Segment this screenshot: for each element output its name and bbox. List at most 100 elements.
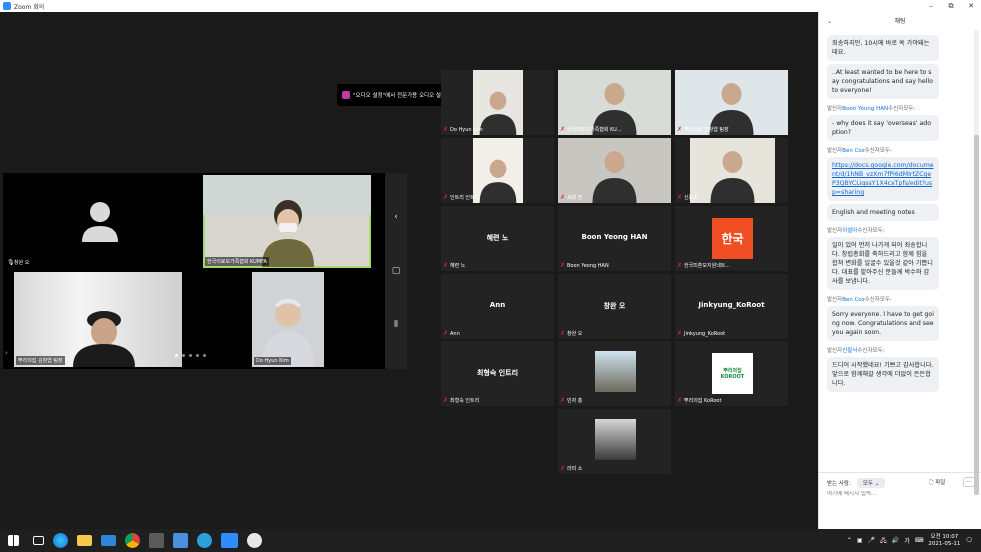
file-explorer-icon[interactable] <box>77 535 92 546</box>
minimize-button[interactable]: – <box>921 0 941 12</box>
gallery-tile[interactable]: ✗ Do Hyun Kim <box>441 70 554 135</box>
microphone-icon[interactable]: 🎤 <box>868 537 875 544</box>
mic-muted-icon: ✗ <box>560 396 566 404</box>
participant-name-display: 창완 오 <box>603 302 626 310</box>
chevron-up-icon[interactable]: ⌃ <box>847 537 852 544</box>
video-tile[interactable]: 🎙창완 오 <box>3 173 201 269</box>
gallery-tile[interactable]: 창완 오 ✗ 창완 오 <box>558 274 671 339</box>
window-title: Zoom 회의 <box>14 3 45 11</box>
file-button[interactable]: 🗋 파일 <box>929 478 945 488</box>
gallery-tile[interactable]: 최형숙 인트리 ✗ 최형숙 인트리 <box>441 341 554 406</box>
edge-icon[interactable] <box>53 533 68 548</box>
chat-messages[interactable]: 죄송하지만, 10시에 바로 쏙 가야돼는데요. ..At least wante… <box>819 32 976 472</box>
grid-view-icon[interactable]: ⦀ <box>390 319 402 331</box>
close-button[interactable]: ✕ <box>961 0 981 12</box>
chat-message: 드디어 시작했네요! 기쁘고 감사합니다. 앞으로 함께해갈 생각에 더없이 든… <box>827 357 939 392</box>
participant-label: ✗ 최형숙 인트리 <box>443 397 479 404</box>
chat-message: 일이 있어 먼저 나가게 되어 죄송합니다. 창립총회를 축하드리고 함께 힘을… <box>827 237 939 290</box>
gallery-tile[interactable]: ✗ 세희 전 <box>558 138 671 203</box>
page-dot[interactable] <box>182 354 185 357</box>
task-view-icon[interactable] <box>33 536 44 545</box>
gallery-tile[interactable]: Boon Yeong HAN ✗ Boon Yeong HAN <box>558 206 671 271</box>
clock[interactable]: 오전 10:07 2021-05-11 <box>928 534 960 548</box>
gallery-tile[interactable]: ✗ 뿌리의집 김창엽 팀장 <box>675 70 788 135</box>
mic-muted-icon: ✗ <box>677 193 683 201</box>
chevron-left-icon[interactable]: ‹ <box>390 211 402 223</box>
square-view-icon[interactable]: ▢ <box>390 265 402 277</box>
chat-header: ⌄ 채팅 <box>819 12 981 32</box>
participant-name-display: Ann <box>489 301 506 309</box>
gallery-tile[interactable]: Ann ✗ Ann <box>441 274 554 339</box>
gallery-tile[interactable]: ✗ 신동초 <box>675 138 788 203</box>
gallery-tile[interactable]: Jinkyung_KoRoot ✗ Jinkyung_KoRoot <box>675 274 788 339</box>
maximize-button[interactable]: ⧉ <box>941 0 961 12</box>
page-dot[interactable] <box>175 354 178 357</box>
audio-settings-icon <box>342 91 350 99</box>
chat-message-input[interactable] <box>827 491 972 497</box>
participant-label: ✗ Jinkyung_KoRoot <box>677 331 725 338</box>
mail-icon[interactable] <box>101 535 116 546</box>
chat-message: Sorry everyone. I have to get going now.… <box>827 306 939 341</box>
gallery-tile[interactable]: ✗ 민자 홍 <box>558 341 671 406</box>
participant-label-text: 한국미혼모가족협회 KU... <box>567 127 622 133</box>
gallery-tile[interactable]: ✗ 라미 소 <box>558 409 671 474</box>
participant-label-text: 뿌리의집 KoRoot <box>684 398 722 404</box>
participant-label-text: Boon Yeong HAN <box>567 263 609 269</box>
participant-name-display: Jinkyung_KoRoot <box>698 301 765 309</box>
participant-label-text: 신동초 <box>684 195 698 201</box>
page-dot[interactable] <box>203 354 206 357</box>
chat-scrollbar[interactable] <box>974 30 979 495</box>
video-tile[interactable]: Do Hyun Kim <box>252 272 324 367</box>
participant-label-text: 창완 오 <box>567 331 583 337</box>
ime-language[interactable]: 가 <box>904 536 910 545</box>
zoom-tray-icon[interactable]: ▣ <box>857 537 863 544</box>
recipient-select[interactable]: 모두 ⌄ <box>856 478 886 488</box>
notification-icon[interactable]: 🗨 <box>965 537 973 544</box>
mic-muted-icon: ✗ <box>677 396 683 404</box>
participant-label-text: 최형숙 인트리 <box>450 398 480 404</box>
windows-start-icon[interactable] <box>8 535 19 546</box>
chat-message: English and meeting notes <box>827 204 939 221</box>
windows-taskbar: ⌃ ▣ 🎤 🖧 🔊 가 ⌨ 오전 10:07 2021-05-11 🗨 <box>0 529 981 552</box>
video-tile[interactable]: 뿌리의집 김창엽 팀장 <box>14 272 182 367</box>
network-icon[interactable]: 🖧 <box>880 536 887 546</box>
gallery-tile[interactable]: ✗ 인트리 인트리 <box>441 138 554 203</box>
volume-icon[interactable]: 🔊 <box>892 537 899 544</box>
scrollbar-thumb[interactable] <box>974 135 979 495</box>
participant-profile-image <box>595 351 636 392</box>
title-bar: Zoom 회의 – ⧉ ✕ <box>0 0 981 12</box>
gallery-tile[interactable]: 뿌리의집 KOROOT ✗ 뿌리의집 KoRoot <box>675 341 788 406</box>
default-avatar-icon <box>82 202 118 242</box>
mic-muted-icon: 🎙 <box>7 258 15 266</box>
participant-profile-image <box>595 419 636 460</box>
zoom-taskbar-icon[interactable] <box>221 533 238 548</box>
participant-label: ✗ 뿌리의집 KoRoot <box>677 397 721 404</box>
chat-link[interactable]: https://docs.google.com/document/d/1hNB_… <box>832 162 934 196</box>
video-panel-controls: ‹ ▢ ⦀ <box>385 173 407 369</box>
mic-muted-icon: ✗ <box>560 329 566 337</box>
scroll-left-arrow-icon[interactable]: › <box>5 349 8 357</box>
chat-message: https://docs.google.com/document/d/1hNB_… <box>827 157 939 201</box>
participant-label: ✗ Do Hyun Kim <box>443 127 483 134</box>
app-icon[interactable] <box>247 533 262 548</box>
participant-label: ✗ Ann <box>443 331 460 338</box>
mic-muted-icon: ✗ <box>560 464 566 472</box>
gallery-tile[interactable]: 한국 ✗ 한국미혼모지원네트... <box>675 206 788 271</box>
app-icon[interactable] <box>173 533 188 548</box>
participant-label: ✗ 인트리 인트리 <box>443 194 479 201</box>
participant-logo: 한국 <box>712 218 753 259</box>
gallery-tile[interactable]: 혜련 노 ✗ 혜련 노 <box>441 206 554 271</box>
page-dot[interactable] <box>196 354 199 357</box>
store-icon[interactable] <box>149 533 164 548</box>
telegram-icon[interactable] <box>197 533 212 548</box>
system-tray: ⌃ ▣ 🎤 🖧 🔊 가 ⌨ 오전 10:07 2021-05-11 🗨 <box>847 529 973 552</box>
gallery-tile[interactable]: ✗ 한국미혼모가족협회 KU... <box>558 70 671 135</box>
participant-label: ✗ 한국미혼모지원네트... <box>677 262 730 269</box>
keyboard-icon[interactable]: ⌨ <box>915 537 924 544</box>
collapse-chevron-icon[interactable]: ⌄ <box>827 12 832 32</box>
chat-sender: 발신자이설아수신자모두: <box>827 228 885 234</box>
page-dot[interactable] <box>189 354 192 357</box>
participant-name: 한국이료모가족협회 KUMFA <box>205 257 269 266</box>
video-tile[interactable]: 한국이료모가족협회 KUMFA <box>203 175 371 268</box>
chrome-icon[interactable] <box>125 533 140 548</box>
